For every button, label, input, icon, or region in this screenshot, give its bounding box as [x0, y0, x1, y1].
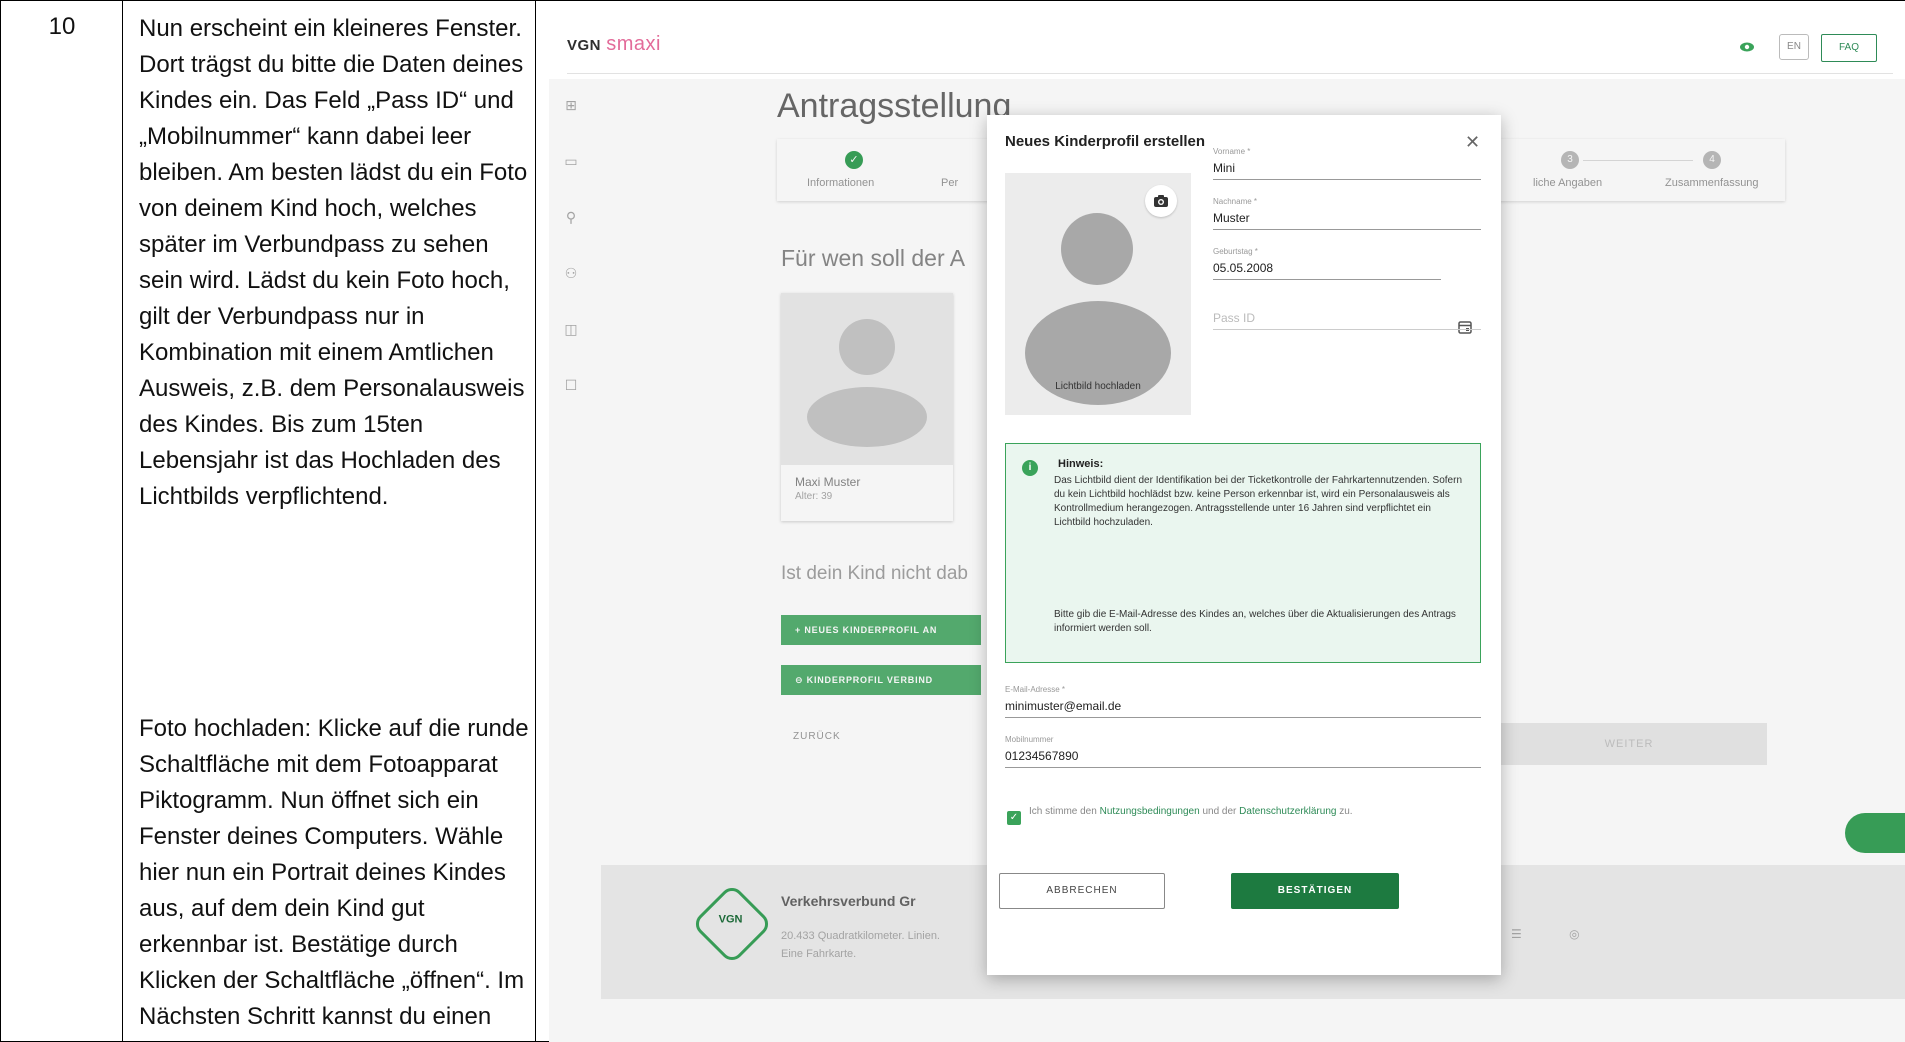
hint-text: Bitte gib die E-Mail-Adresse des Kindes … [1054, 609, 1456, 634]
language-button[interactable]: EN [1779, 34, 1809, 60]
header-divider [567, 73, 1893, 74]
field-underline [1213, 279, 1441, 280]
instruction-paragraph: Nun erscheint ein kleineres Fenster. Dor… [139, 15, 528, 510]
photo-upload-area[interactable]: Lichtbild hochladen [1005, 173, 1191, 415]
birthday-field[interactable]: Geburtstag * 05.05.2008 [1213, 247, 1441, 280]
photo-upload-paragraph: Foto hochladen: Klicke auf die runde Sch… [139, 715, 529, 1042]
consent-text: Ich stimme den Nutzungsbedingungen und d… [1029, 805, 1469, 819]
camera-icon[interactable] [1145, 185, 1177, 217]
field-underline [1005, 717, 1481, 718]
consent-mid: und der [1199, 806, 1240, 817]
app-logo[interactable]: VGN smaxi [567, 33, 661, 56]
field-underline [1213, 179, 1481, 180]
last-name-field[interactable]: Nachname * Muster [1213, 197, 1481, 230]
faq-button[interactable]: FAQ [1821, 34, 1877, 62]
consent-post: zu. [1336, 806, 1353, 817]
field-label: Geburtstag * [1213, 247, 1258, 256]
upload-photo-label: Lichtbild hochladen [1055, 381, 1141, 392]
app-screenshot: VGN smaxi EN FAQ ⊞ ▭ ⚲ ⚇ ◫ ☐ Antragsstel… [549, 1, 1905, 1042]
field-underline [1005, 767, 1481, 768]
field-label: Nachname * [1213, 197, 1258, 206]
field-underline [1213, 229, 1481, 230]
step-number: 10 [48, 13, 76, 40]
hint-box: i Hinweis: Das Lichtbild dient der Ident… [1005, 443, 1481, 663]
privacy-link[interactable]: Datenschutzerklärung [1239, 806, 1336, 817]
logo-vgn: VGN [567, 37, 602, 54]
placeholder-head [1061, 213, 1133, 285]
consent-checkbox[interactable]: ✓ [1007, 811, 1021, 825]
eye-icon[interactable] [1739, 39, 1755, 55]
document-table: 10 Nun erscheint ein kleineres Fenster. … [0, 0, 1905, 1042]
step-number-cell: 10 [1, 1, 123, 1042]
field-value: 01234567890 [1005, 749, 1079, 763]
dialog-title: Neues Kinderprofil erstellen [1005, 133, 1206, 150]
field-value: Mini [1213, 161, 1236, 175]
new-child-profile-dialog: Neues Kinderprofil erstellen ✕ Lichtbild… [987, 115, 1501, 975]
pass-id-field[interactable]: Pass ID [1213, 297, 1481, 330]
confirm-button[interactable]: BESTÄTIGEN [1231, 873, 1399, 909]
instruction-cell: Nun erscheint ein kleineres Fenster. Dor… [123, 1, 536, 1042]
field-value: 05.05.2008 [1213, 261, 1274, 275]
field-label: E-Mail-Adresse * [1005, 685, 1066, 694]
logo-smaxi: smaxi [606, 33, 661, 55]
cancel-button[interactable]: ABBRECHEN [999, 873, 1165, 909]
field-label: Vorname * [1213, 147, 1251, 156]
app-header: VGN smaxi EN FAQ [549, 1, 1905, 79]
field-value: minimuster@email.de [1005, 699, 1122, 713]
terms-link[interactable]: Nutzungsbedingungen [1100, 806, 1200, 817]
hint-title: Hinweis: [1058, 458, 1104, 470]
email-field[interactable]: E-Mail-Adresse * minimuster@email.de [1005, 685, 1481, 718]
first-name-field[interactable]: Vorname * Mini [1213, 147, 1481, 180]
field-underline [1213, 329, 1481, 330]
info-icon: i [1022, 460, 1038, 476]
field-value: Muster [1213, 211, 1250, 225]
mobile-number-field[interactable]: Mobilnummer 01234567890 [1005, 735, 1481, 768]
consent-pre: Ich stimme den [1029, 806, 1100, 817]
field-placeholder: Pass ID [1213, 311, 1256, 325]
field-label: Mobilnummer [1005, 735, 1054, 744]
hint-text: Das Lichtbild dient der Identifikation b… [1054, 475, 1463, 528]
